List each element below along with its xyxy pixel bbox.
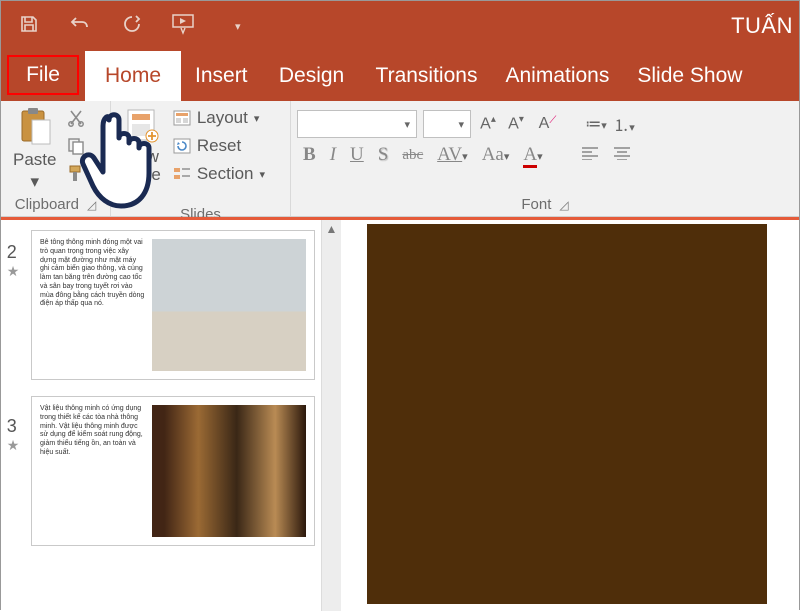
- save-icon[interactable]: [19, 14, 39, 39]
- increase-font-icon[interactable]: A▴: [477, 114, 499, 133]
- dialog-launcher-icon[interactable]: ◿: [559, 198, 568, 212]
- align-left-icon[interactable]: [581, 144, 599, 166]
- tab-file[interactable]: File: [7, 55, 79, 95]
- redo-icon[interactable]: [121, 14, 141, 39]
- slide-number-3: 3: [7, 416, 20, 437]
- start-from-beginning-icon[interactable]: [171, 13, 197, 40]
- format-painter-icon[interactable]: [66, 164, 86, 184]
- change-case-button[interactable]: Aa▾: [482, 144, 510, 166]
- undo-icon[interactable]: [69, 14, 91, 39]
- tab-home[interactable]: Home: [85, 51, 181, 101]
- slide-thumbnail-2[interactable]: Bê tông thông minh đóng một vai trò quan…: [31, 230, 315, 380]
- italic-button[interactable]: I: [330, 144, 336, 166]
- new-slide-label: New Slide: [123, 148, 161, 184]
- thumbnail-text: Bê tông thông minh đóng một vai trò quan…: [40, 239, 146, 371]
- chevron-down-icon: ▾: [30, 172, 39, 192]
- text-shadow-button[interactable]: S: [378, 144, 389, 166]
- slide-numbers: 2 ★ 3 ★: [1, 226, 25, 611]
- tab-insert[interactable]: Insert: [181, 51, 262, 101]
- tab-animations[interactable]: Animations: [491, 51, 623, 101]
- clear-formatting-icon[interactable]: A⟋: [533, 115, 555, 133]
- align-center-icon[interactable]: [613, 144, 631, 166]
- font-color-button[interactable]: A▾: [523, 144, 542, 166]
- bullets-icon[interactable]: ≔▾: [585, 114, 607, 134]
- thumbnail-image-hall: [152, 405, 306, 537]
- tab-design[interactable]: Design: [262, 51, 362, 101]
- slide-panel: 2 ★ 3 ★ Bê tông thông minh đóng một vai …: [1, 220, 321, 611]
- slide-thumbnail-3[interactable]: Vật liệu thông minh có ứng dụng trong th…: [31, 396, 315, 546]
- thumbnail-text: Vật liệu thông minh có ứng dụng trong th…: [40, 405, 146, 537]
- tab-transitions[interactable]: Transitions: [362, 51, 492, 101]
- current-slide[interactable]: [367, 224, 767, 604]
- paste-label: Paste: [13, 150, 56, 170]
- transition-star-icon: ★: [7, 437, 20, 454]
- slide-editor[interactable]: [341, 220, 799, 611]
- account-username: TUẤN: [731, 13, 799, 39]
- scrollbar[interactable]: ▲: [321, 220, 341, 611]
- section-button[interactable]: Section: [171, 162, 267, 186]
- copy-icon[interactable]: [66, 136, 86, 156]
- group-slides: New Slide ▾ Layout Reset Section Slide: [111, 101, 291, 216]
- new-slide-button[interactable]: New Slide ▾: [117, 104, 167, 204]
- group-label-clipboard: Clipboard ◿: [7, 194, 104, 216]
- group-label-font: Font ◿: [297, 194, 793, 216]
- title-bar: ▾ TUẤN: [1, 1, 799, 51]
- group-font: ▾ ▾ A▴ A▾ A⟋ ≔▾ ⒈▾ B I U S abc AV▾ Aa▾ A…: [291, 101, 799, 216]
- scroll-up-icon[interactable]: ▲: [326, 222, 338, 611]
- dialog-launcher-icon[interactable]: ◿: [87, 198, 96, 212]
- chevron-down-icon: ▾: [138, 182, 147, 202]
- quick-access-toolbar: ▾: [19, 13, 241, 40]
- reset-button[interactable]: Reset: [171, 134, 267, 158]
- paste-button[interactable]: Paste ▾: [7, 104, 62, 194]
- decrease-font-icon[interactable]: A▾: [505, 114, 527, 133]
- bold-button[interactable]: B: [303, 144, 316, 166]
- underline-button[interactable]: U: [350, 144, 364, 166]
- font-size-combo[interactable]: ▾: [423, 110, 471, 138]
- thumbnail-image-airplane: [152, 239, 306, 371]
- ribbon-tabs: File Home Insert Design Transitions Anim…: [1, 51, 799, 101]
- group-clipboard: Paste ▾ Clipboard ◿: [1, 101, 111, 216]
- ribbon: Paste ▾ Clipboard ◿: [1, 101, 799, 217]
- numbering-icon[interactable]: ⒈▾: [613, 112, 635, 136]
- font-name-combo[interactable]: ▾: [297, 110, 417, 138]
- cut-icon[interactable]: [66, 108, 86, 128]
- work-area: 2 ★ 3 ★ Bê tông thông minh đóng một vai …: [1, 217, 799, 611]
- customize-qat-icon[interactable]: ▾: [235, 20, 241, 33]
- tab-slideshow[interactable]: Slide Show: [623, 51, 756, 101]
- layout-button[interactable]: Layout: [171, 106, 267, 130]
- strikethrough-button[interactable]: abc: [402, 147, 423, 164]
- transition-star-icon: ★: [7, 263, 20, 280]
- character-spacing-button[interactable]: AV▾: [437, 144, 468, 166]
- slide-number-2: 2: [7, 242, 20, 263]
